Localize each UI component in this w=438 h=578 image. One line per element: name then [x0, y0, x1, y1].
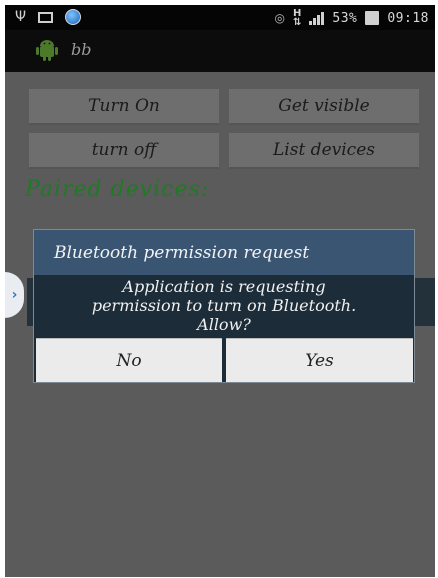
hspa-plus-icon: H ⇅	[292, 8, 302, 28]
phone-screen: Ψ ◎ H ⇅ 53% 09:18 bb Turn On Get visible…	[5, 5, 435, 577]
status-left-icons: Ψ	[15, 9, 82, 25]
turn-on-button[interactable]: Turn On	[29, 89, 219, 125]
shield-app-icon	[65, 9, 82, 25]
chevron-right-icon: ›	[11, 287, 18, 303]
battery-icon	[365, 11, 380, 25]
status-right-icons: ◎ H ⇅ 53% 09:18	[274, 8, 430, 28]
list-devices-button[interactable]: List devices	[229, 133, 419, 169]
dialog-title: Bluetooth permission request	[34, 230, 414, 275]
side-drawer-handle[interactable]: ›	[5, 272, 24, 318]
app-title: bb	[71, 40, 92, 59]
permission-dialog: Bluetooth permission request Application…	[33, 229, 415, 383]
usb-icon: Ψ	[15, 9, 27, 25]
paired-devices-label: Paired devices:	[25, 177, 210, 202]
android-icon	[36, 40, 58, 61]
no-button[interactable]: No	[36, 338, 222, 382]
get-visible-button[interactable]: Get visible	[229, 89, 419, 125]
battery-percent: 53%	[332, 10, 358, 26]
action-bar: bb	[5, 30, 435, 72]
signal-icon	[309, 11, 325, 25]
dialog-message: Application is requesting permission to …	[91, 277, 357, 334]
status-bar: Ψ ◎ H ⇅ 53% 09:18	[5, 5, 435, 30]
picture-icon	[38, 11, 54, 23]
eye-icon: ◎	[274, 11, 285, 25]
clock: 09:18	[387, 10, 429, 26]
turn-off-button[interactable]: turn off	[29, 133, 219, 169]
yes-button[interactable]: Yes	[226, 338, 413, 382]
